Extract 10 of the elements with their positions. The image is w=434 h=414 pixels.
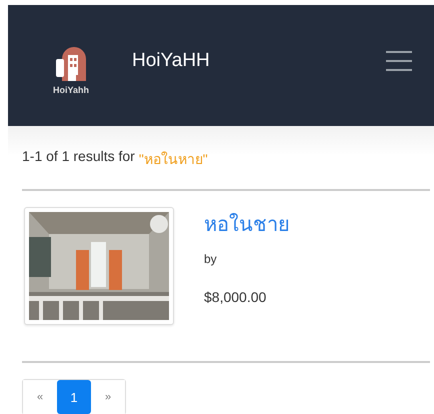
- house-logo-icon[interactable]: [54, 44, 88, 80]
- results-summary: 1-1 of 1 results for: [22, 148, 135, 166]
- search-query: "หอในหาย": [138, 150, 208, 169]
- menu-icon[interactable]: [386, 50, 412, 70]
- page-link[interactable]: 1: [57, 380, 91, 414]
- logo-caption: HoiYahh: [52, 84, 89, 94]
- listing-title-link[interactable]: หอในชาย: [204, 208, 290, 240]
- author-label: by: [204, 252, 217, 266]
- price: $8,000.00: [204, 289, 266, 305]
- brand-title[interactable]: HoiYaHH: [132, 50, 210, 72]
